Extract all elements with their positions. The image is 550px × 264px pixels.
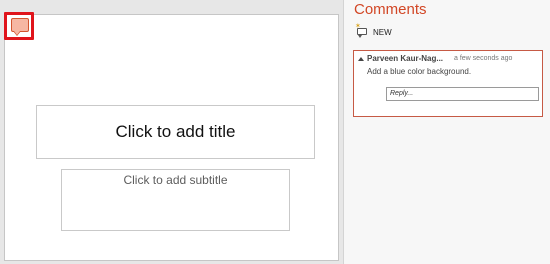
comment-marker[interactable] (4, 12, 34, 40)
slide-canvas[interactable]: Click to add title Click to add subtitle (4, 14, 339, 261)
collapse-triangle-icon[interactable] (358, 57, 364, 61)
reply-placeholder: Reply... (390, 90, 414, 97)
comment-marker-tail-fill (14, 31, 20, 35)
comment-text: Add a blue color background. (367, 67, 472, 76)
new-comment-icon: ✶ (355, 23, 369, 38)
pane-title: Comments (354, 1, 427, 18)
new-comment-button[interactable]: ✶ NEW (355, 23, 392, 39)
subtitle-placeholder[interactable]: Click to add subtitle (61, 169, 290, 231)
comment-marker-icon (11, 18, 29, 32)
comment-author: Parveen Kaur-Nag... (367, 54, 444, 63)
title-placeholder-text: Click to add title (115, 122, 236, 141)
comment-time: a few seconds ago (454, 55, 513, 62)
new-comment-label: NEW (373, 27, 392, 37)
reply-input[interactable]: Reply... (386, 87, 539, 101)
comment-card[interactable]: Parveen Kaur-Nag... a few seconds ago Ad… (353, 50, 543, 117)
title-placeholder[interactable]: Click to add title (36, 105, 315, 159)
subtitle-placeholder-text: Click to add subtitle (123, 173, 228, 187)
powerpoint-window: Click to add title Click to add subtitle… (0, 0, 550, 264)
comments-pane: Comments ✶ NEW Parveen Kaur-Nag... a few… (343, 0, 550, 264)
